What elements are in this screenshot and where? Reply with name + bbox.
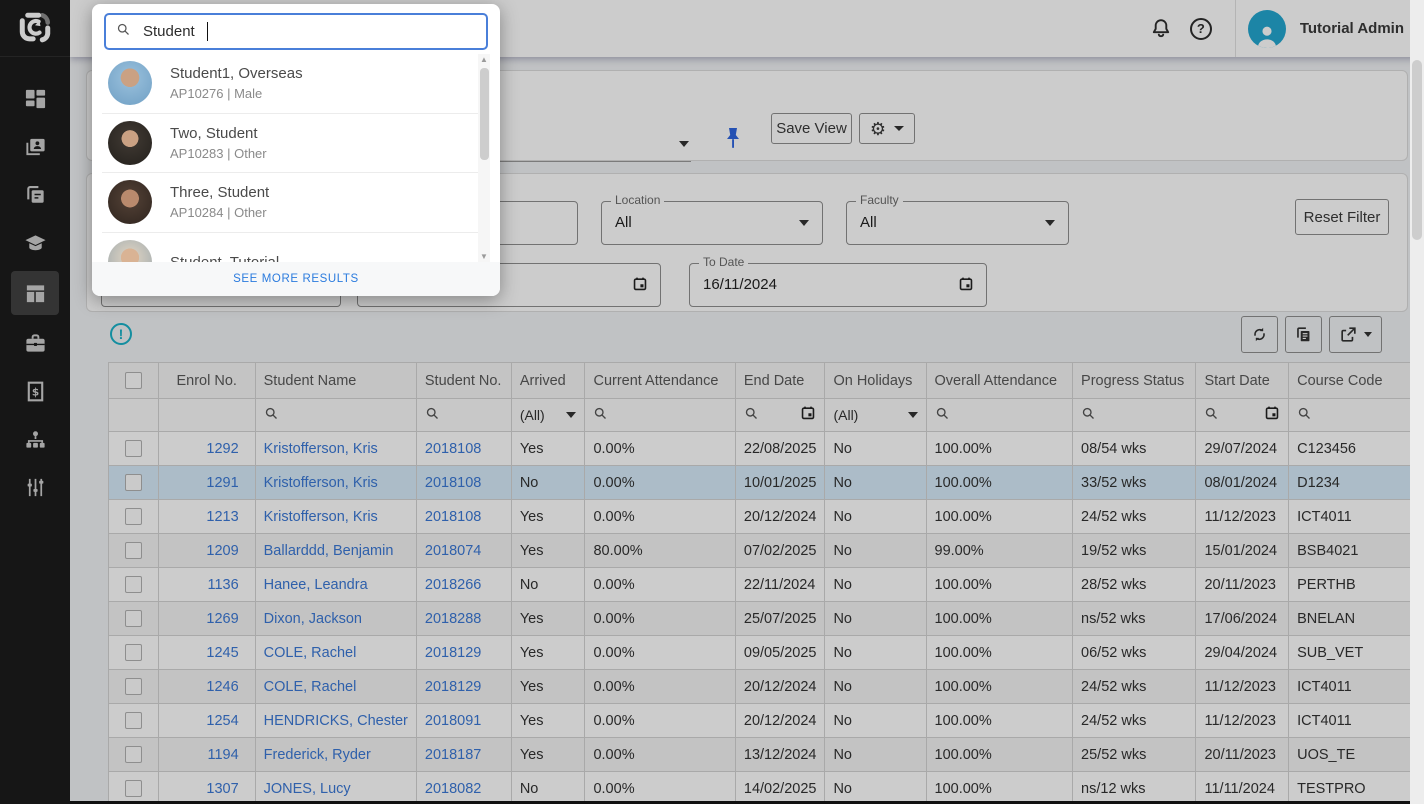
result-name: Student, Tutorial <box>170 254 279 262</box>
result-detail: AP10284 | Other <box>170 205 269 220</box>
search-results-list: Student1, Overseas AP10276 | Male Two, Stu… <box>102 54 478 262</box>
scroll-down-icon[interactable]: ▼ <box>478 252 490 261</box>
avatar-image <box>108 61 152 105</box>
search-results-popup: Student Student1, Overseas AP10276 | Male… <box>92 4 500 296</box>
search-input[interactable]: Student <box>104 13 488 50</box>
search-query: Student <box>143 23 195 40</box>
result-name: Three, Student <box>170 184 269 201</box>
popup-scroll-thumb[interactable] <box>480 68 489 160</box>
search-result-item[interactable]: Two, Student AP10283 | Other <box>102 114 478 174</box>
app-screen: $ ? Tutorial Admin <box>0 0 1424 804</box>
result-detail: AP10283 | Other <box>170 146 267 161</box>
page-scrollbar[interactable] <box>1410 0 1424 804</box>
search-result-item[interactable]: Student, Tutorial <box>102 233 478 263</box>
result-name: Student1, Overseas <box>170 65 303 82</box>
avatar-image <box>108 180 152 224</box>
avatar-image <box>108 121 152 165</box>
search-icon <box>116 22 131 42</box>
text-caret <box>207 22 209 41</box>
see-more-results-link[interactable]: SEE MORE RESULTS <box>92 262 500 296</box>
avatar-image <box>108 240 152 262</box>
scroll-up-icon[interactable]: ▲ <box>478 55 490 64</box>
result-detail: AP10276 | Male <box>170 86 303 101</box>
page-scroll-thumb[interactable] <box>1412 60 1422 240</box>
popup-scrollbar[interactable]: ▲ ▼ <box>478 54 490 262</box>
search-result-item[interactable]: Three, Student AP10284 | Other <box>102 173 478 233</box>
result-name: Two, Student <box>170 125 267 142</box>
search-result-item[interactable]: Student1, Overseas AP10276 | Male <box>102 54 478 114</box>
